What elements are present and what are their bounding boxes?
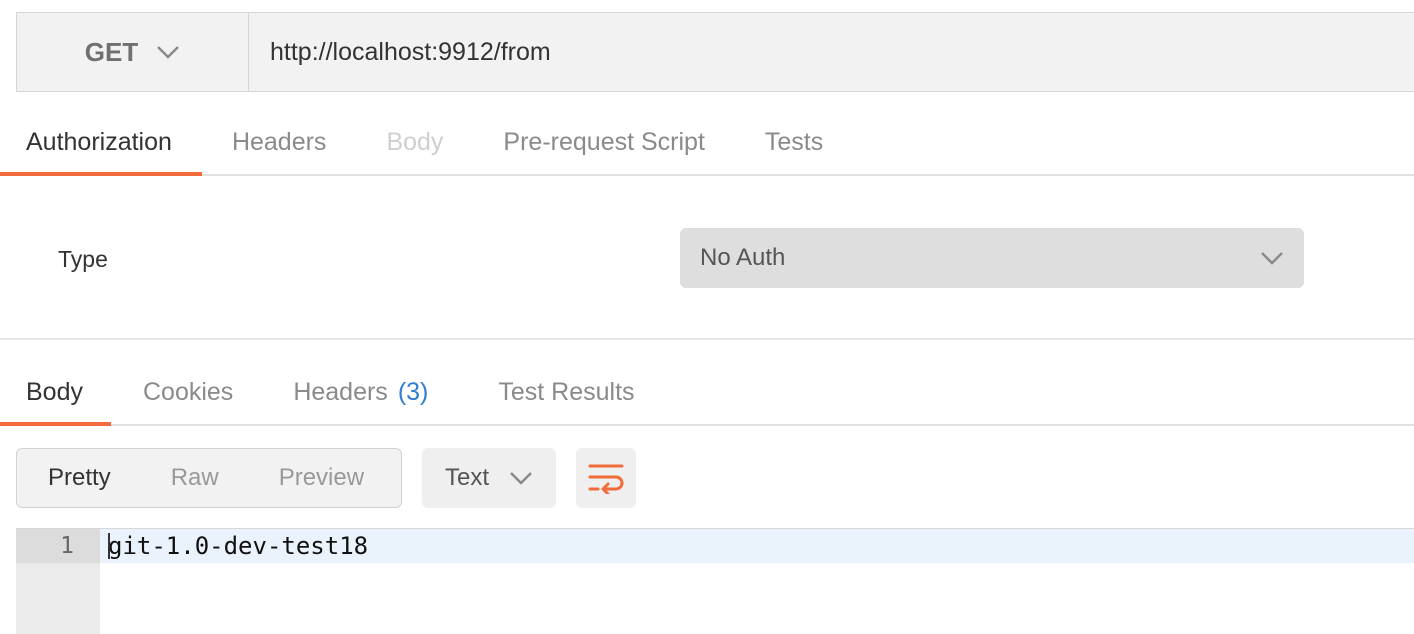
wrap-lines-button[interactable]: [576, 448, 636, 508]
auth-type-value: No Auth: [700, 244, 786, 271]
tab-label: Cookies: [142, 378, 234, 406]
tab-label: Body: [26, 378, 83, 406]
tab-tests[interactable]: Tests: [735, 124, 853, 174]
tab-label: Authorization: [26, 128, 172, 156]
tab-label: Headers: [293, 378, 388, 406]
view-pretty-button[interactable]: Pretty: [17, 464, 141, 492]
text-cursor: [108, 533, 110, 559]
tab-label: Tests: [764, 128, 824, 156]
auth-type-select[interactable]: No Auth: [680, 228, 1304, 288]
tab-test-results[interactable]: Test Results: [458, 374, 664, 424]
tab-cookies[interactable]: Cookies: [111, 374, 263, 424]
view-raw-button[interactable]: Raw: [141, 464, 249, 492]
request-url-bar: GET http://localhost:9912/from: [16, 12, 1414, 92]
tab-label: Test Results: [498, 378, 635, 406]
format-select[interactable]: Text: [422, 448, 556, 508]
method-select[interactable]: GET: [17, 13, 249, 91]
tab-label: Pre-request Script: [503, 128, 705, 156]
view-preview-button[interactable]: Preview: [249, 464, 394, 492]
url-input[interactable]: http://localhost:9912/from: [249, 13, 1414, 91]
wrap-lines-icon: [588, 464, 624, 494]
chevron-down-icon: [510, 472, 532, 485]
tab-response-body[interactable]: Body: [0, 374, 111, 426]
line-number: 1: [16, 529, 100, 563]
chevron-down-icon: [1261, 252, 1283, 265]
section-divider: [0, 338, 1414, 340]
tab-response-headers[interactable]: Headers (3): [263, 374, 458, 424]
tab-authorization[interactable]: Authorization: [0, 124, 202, 176]
auth-type-label: Type: [58, 246, 108, 272]
chevron-down-icon: [157, 46, 180, 59]
format-value: Text: [444, 464, 489, 491]
tab-pre-request-script[interactable]: Pre-request Script: [473, 124, 734, 174]
tab-label: Body: [386, 128, 444, 156]
tab-headers[interactable]: Headers: [202, 124, 357, 174]
request-tabs: Authorization Headers Body Pre-request S…: [0, 124, 1414, 176]
tab-label: Headers: [231, 128, 327, 156]
response-body-editor[interactable]: 1 git-1.0-dev-test18: [16, 528, 1414, 634]
view-mode-group: Pretty Raw Preview: [16, 448, 402, 508]
headers-count-badge: (3): [397, 378, 429, 406]
code-line: git-1.0-dev-test18: [100, 529, 1414, 563]
tab-body[interactable]: Body: [356, 124, 473, 174]
method-label: GET: [84, 36, 139, 67]
response-tabs: Body Cookies Headers (3) Test Results: [0, 374, 1414, 426]
